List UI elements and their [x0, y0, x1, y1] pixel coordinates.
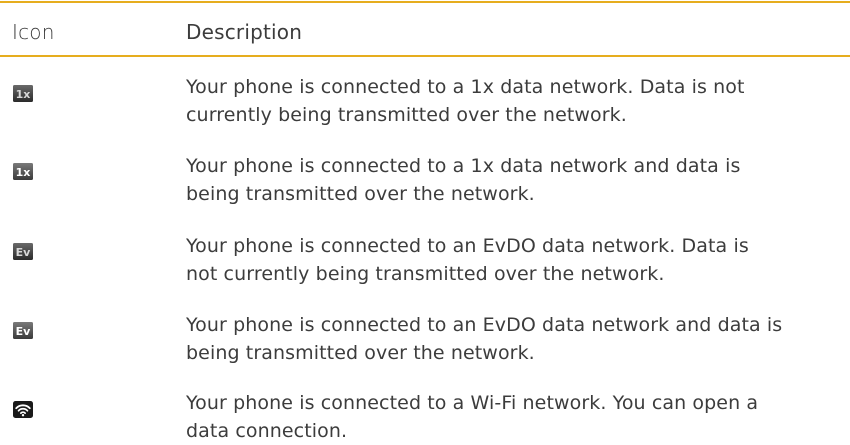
evdo-data-icon: Ev — [13, 243, 33, 260]
row-description: Your phone is connected to a 1x data net… — [186, 155, 741, 205]
ev-icon-text: Ev — [16, 325, 32, 338]
row-description: Your phone is connected to a Wi-Fi netwo… — [186, 392, 759, 442]
row-description: Your phone is connected to an EvDO data … — [186, 235, 749, 285]
1x-icon-text: 1x — [16, 166, 31, 179]
table-header: Icon Description — [0, 3, 850, 55]
row-description: Your phone is connected to an EvDO data … — [186, 314, 783, 364]
row-description: Your phone is connected to a 1x data net… — [186, 76, 745, 126]
1x-data-active-icon: 1x — [13, 163, 33, 180]
1x-data-icon: 1x — [13, 85, 33, 102]
header-icon-label: Icon — [12, 20, 55, 44]
table-header-rule — [0, 55, 850, 57]
1x-icon-text: 1x — [16, 88, 31, 101]
ev-icon-text: Ev — [16, 246, 32, 259]
wifi-icon — [13, 401, 33, 418]
header-description-label: Description — [186, 20, 303, 44]
evdo-data-active-icon: Ev — [13, 322, 33, 339]
